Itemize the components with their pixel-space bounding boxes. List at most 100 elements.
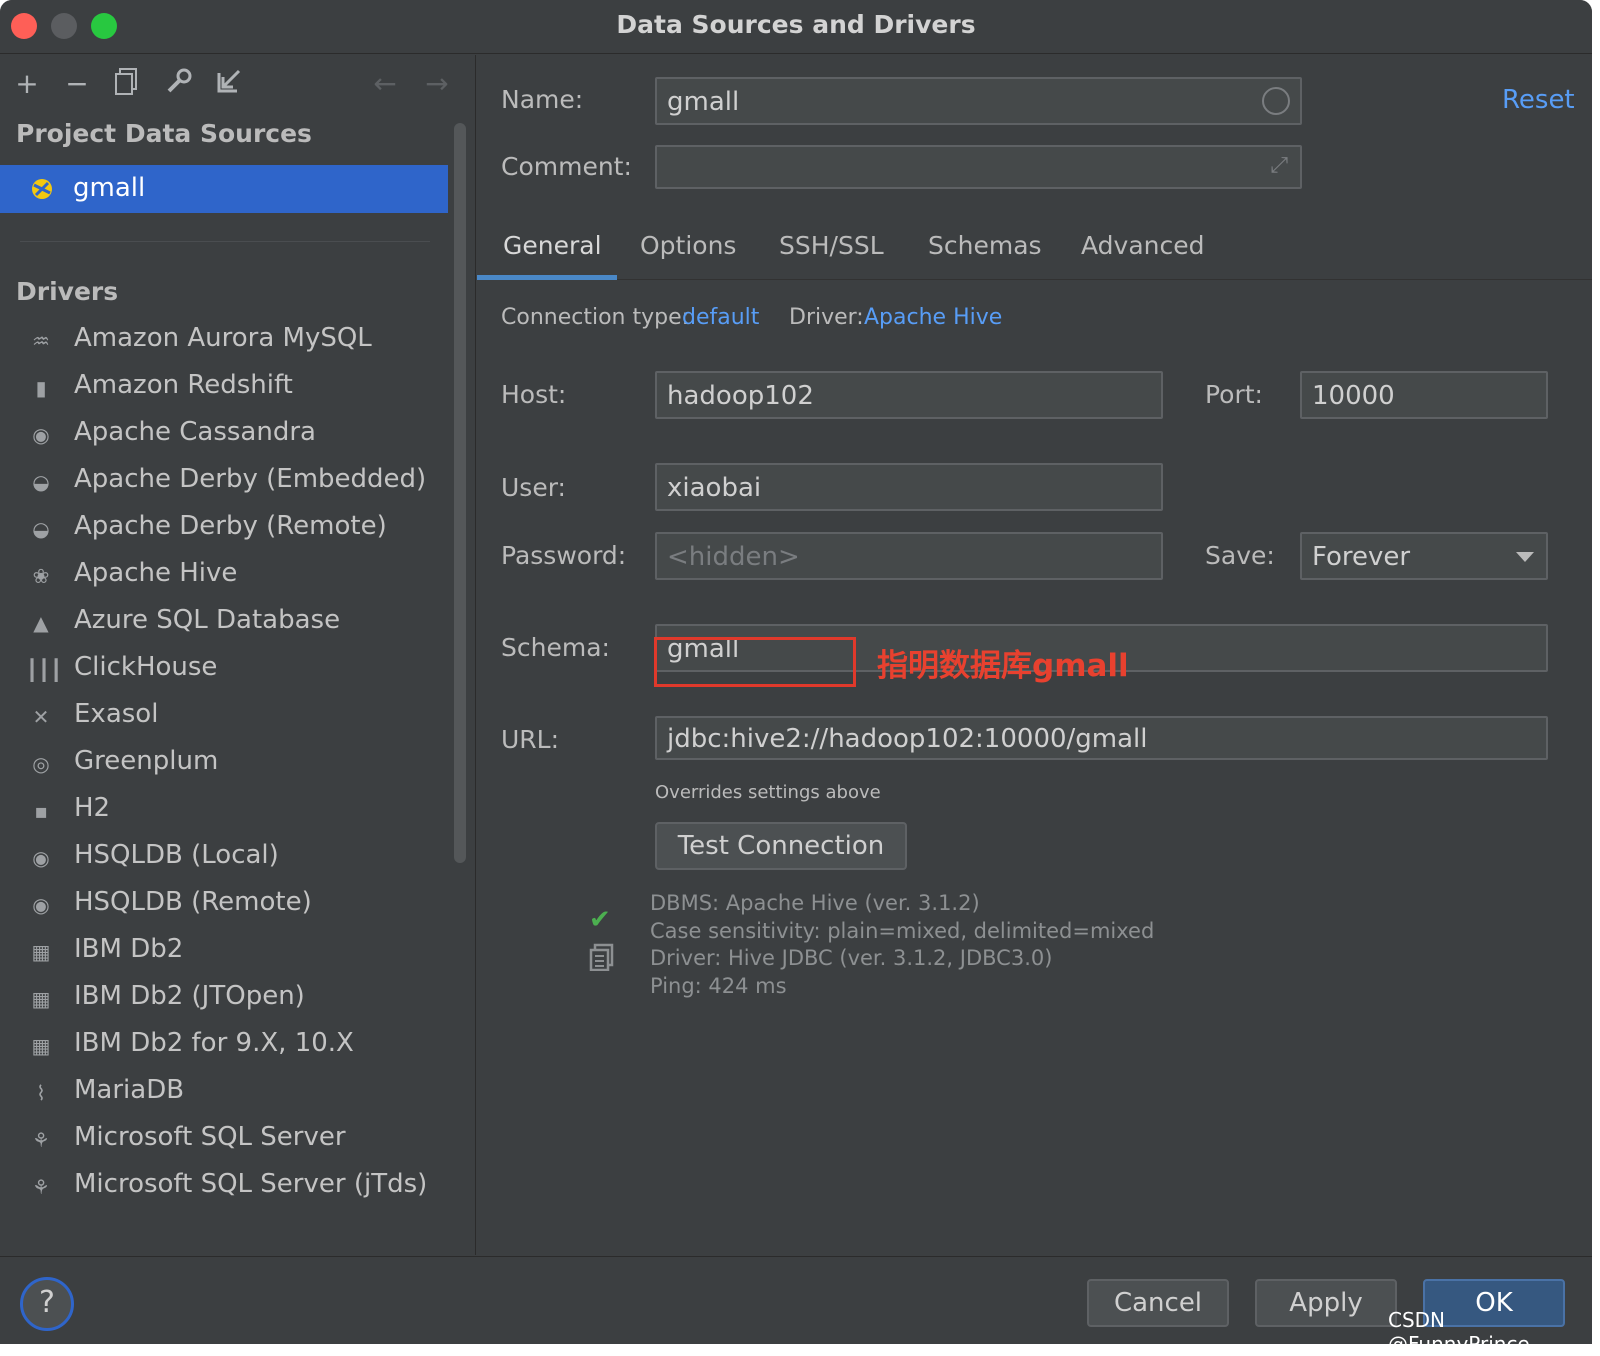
forward-arrow-icon[interactable]: → bbox=[420, 67, 454, 101]
driver-item[interactable]: ▦ IBM Db2 bbox=[0, 928, 448, 975]
host-label: Host: bbox=[501, 380, 567, 409]
ibm-db2-icon: ▦ bbox=[31, 940, 51, 964]
tab-ssh-ssl[interactable]: SSH/SSL bbox=[779, 231, 884, 260]
driver-item[interactable]: ▪ H2 bbox=[0, 787, 448, 834]
hive-icon bbox=[28, 175, 56, 203]
comment-label: Comment: bbox=[501, 152, 632, 181]
watermark: CSDN @FunnyPrince_ bbox=[1388, 1308, 1540, 1356]
eye-icon: ◉ bbox=[32, 423, 50, 447]
driver-item[interactable]: ┃┃┃ ClickHouse bbox=[0, 646, 448, 693]
apply-button[interactable]: Apply bbox=[1255, 1279, 1397, 1327]
driver-item[interactable]: ⌇ MariaDB bbox=[0, 1069, 448, 1116]
ibm-db2-icon: ▦ bbox=[31, 1034, 51, 1058]
connection-type-link[interactable]: default bbox=[682, 305, 759, 330]
driver-item[interactable]: ◉ HSQLDB (Remote) bbox=[0, 881, 448, 928]
driver-item[interactable]: ◎ Greenplum bbox=[0, 740, 448, 787]
sidebar-toolbar: + − ← → bbox=[0, 55, 476, 115]
driver-item[interactable]: ❀ Apache Hive bbox=[0, 552, 448, 599]
user-field[interactable]: xiaobai bbox=[655, 463, 1163, 511]
import-icon[interactable] bbox=[212, 67, 246, 101]
title-bar: Data Sources and Drivers bbox=[0, 0, 1592, 54]
back-arrow-icon[interactable]: ← bbox=[368, 67, 402, 101]
user-label: User: bbox=[501, 473, 566, 502]
data-source-label: gmall bbox=[73, 173, 146, 203]
mariadb-icon: ⌇ bbox=[36, 1081, 46, 1105]
port-label: Port: bbox=[1205, 380, 1263, 409]
port-field[interactable]: 10000 bbox=[1300, 371, 1548, 419]
tab-advanced[interactable]: Advanced bbox=[1081, 231, 1205, 260]
project-data-sources-heading: Project Data Sources bbox=[16, 119, 312, 148]
driver-item[interactable]: ▮ Amazon Redshift bbox=[0, 364, 448, 411]
result-line: Driver: Hive JDBC (ver. 3.1.2, JDBC3.0) bbox=[650, 946, 1053, 970]
driver-item[interactable]: ✕ Exasol bbox=[0, 693, 448, 740]
settings-tabs: General Options SSH/SSL Schemas Advanced bbox=[477, 225, 1592, 280]
driver-item[interactable]: ♒ Amazon Aurora MySQL bbox=[0, 317, 448, 364]
remove-icon[interactable]: − bbox=[60, 67, 94, 101]
tab-schemas[interactable]: Schemas bbox=[928, 231, 1042, 260]
annotation-text: 指明数据库gmall bbox=[877, 648, 1129, 684]
url-field[interactable]: jdbc:hive2://hadoop102:10000/gmall bbox=[655, 716, 1548, 760]
data-source-settings: Name: gmall Reset Comment: ⤢ General Opt… bbox=[477, 55, 1592, 1255]
name-label: Name: bbox=[501, 85, 584, 114]
comment-field[interactable]: ⤢ bbox=[655, 145, 1302, 189]
result-line: Case sensitivity: plain=mixed, delimited… bbox=[650, 919, 1155, 943]
derby-icon: ◒ bbox=[32, 517, 50, 541]
h2-icon: ▪ bbox=[34, 799, 48, 823]
host-field[interactable]: hadoop102 bbox=[655, 371, 1163, 419]
expand-icon[interactable]: ⤢ bbox=[1270, 153, 1288, 178]
name-field[interactable]: gmall bbox=[655, 77, 1302, 125]
test-connection-button[interactable]: Test Connection bbox=[655, 822, 907, 870]
redshift-icon: ▮ bbox=[35, 376, 47, 400]
connection-type-label: Connection type: bbox=[501, 305, 690, 330]
url-hint: Overrides settings above bbox=[655, 782, 881, 803]
mssql-icon: ⚘ bbox=[32, 1128, 50, 1152]
wrench-icon[interactable] bbox=[162, 67, 196, 101]
sidebar-divider bbox=[20, 241, 430, 242]
sidebar-scrollbar[interactable] bbox=[454, 123, 466, 863]
hive-icon: ❀ bbox=[32, 564, 50, 588]
chevron-down-icon bbox=[1516, 552, 1534, 562]
check-icon: ✔ bbox=[589, 905, 611, 935]
greenplum-icon: ◎ bbox=[32, 752, 50, 776]
reset-link[interactable]: Reset bbox=[1502, 85, 1575, 115]
derby-icon: ◒ bbox=[32, 470, 50, 494]
cancel-button[interactable]: Cancel bbox=[1087, 1279, 1229, 1327]
help-button[interactable]: ? bbox=[20, 1277, 74, 1331]
password-label: Password: bbox=[501, 541, 627, 570]
url-label: URL: bbox=[501, 725, 560, 754]
mssql-icon: ⚘ bbox=[32, 1175, 50, 1199]
active-tab-indicator bbox=[477, 275, 617, 280]
driver-item[interactable]: ▲ Azure SQL Database bbox=[0, 599, 448, 646]
hsqldb-icon: ◉ bbox=[32, 893, 50, 917]
driver-item[interactable]: ⚘ Microsoft SQL Server (jTds) bbox=[0, 1163, 448, 1210]
window-title: Data Sources and Drivers bbox=[616, 10, 976, 39]
annotation-box bbox=[654, 637, 856, 687]
exasol-icon: ✕ bbox=[32, 705, 50, 729]
driver-item[interactable]: ◒ Apache Derby (Embedded) bbox=[0, 458, 448, 505]
data-source-item-gmall[interactable]: gmall bbox=[0, 165, 448, 213]
tab-general[interactable]: General bbox=[503, 231, 602, 260]
driver-label: Driver: bbox=[789, 305, 864, 330]
driver-item[interactable]: ◉ Apache Cassandra bbox=[0, 411, 448, 458]
result-line: Ping: 424 ms bbox=[650, 974, 787, 998]
add-icon[interactable]: + bbox=[10, 67, 44, 101]
driver-item[interactable]: ▦ IBM Db2 (JTOpen) bbox=[0, 975, 448, 1022]
driver-item[interactable]: ⚘ Microsoft SQL Server bbox=[0, 1116, 448, 1163]
tab-options[interactable]: Options bbox=[640, 231, 736, 260]
save-select[interactable]: Forever bbox=[1300, 532, 1548, 580]
driver-item[interactable]: ◒ Apache Derby (Remote) bbox=[0, 505, 448, 552]
ibm-db2-icon: ▦ bbox=[31, 987, 51, 1011]
azure-icon: ▲ bbox=[33, 611, 49, 635]
hsqldb-icon: ◉ bbox=[32, 846, 50, 870]
dialog-footer: ? Cancel Apply OK bbox=[0, 1256, 1592, 1344]
password-field[interactable]: <hidden> bbox=[655, 532, 1163, 580]
drivers-heading: Drivers bbox=[16, 277, 119, 306]
color-circle-icon[interactable] bbox=[1262, 87, 1290, 115]
duplicate-icon[interactable] bbox=[110, 67, 144, 101]
driver-item[interactable]: ◉ HSQLDB (Local) bbox=[0, 834, 448, 881]
driver-item[interactable]: ▦ IBM Db2 for 9.X, 10.X bbox=[0, 1022, 448, 1069]
schema-label: Schema: bbox=[501, 633, 610, 662]
sidebar: + − ← → Project Data Sources gmall Drive… bbox=[0, 55, 476, 1255]
copy-icon[interactable] bbox=[589, 943, 615, 972]
driver-link[interactable]: Apache Hive bbox=[864, 305, 1002, 330]
